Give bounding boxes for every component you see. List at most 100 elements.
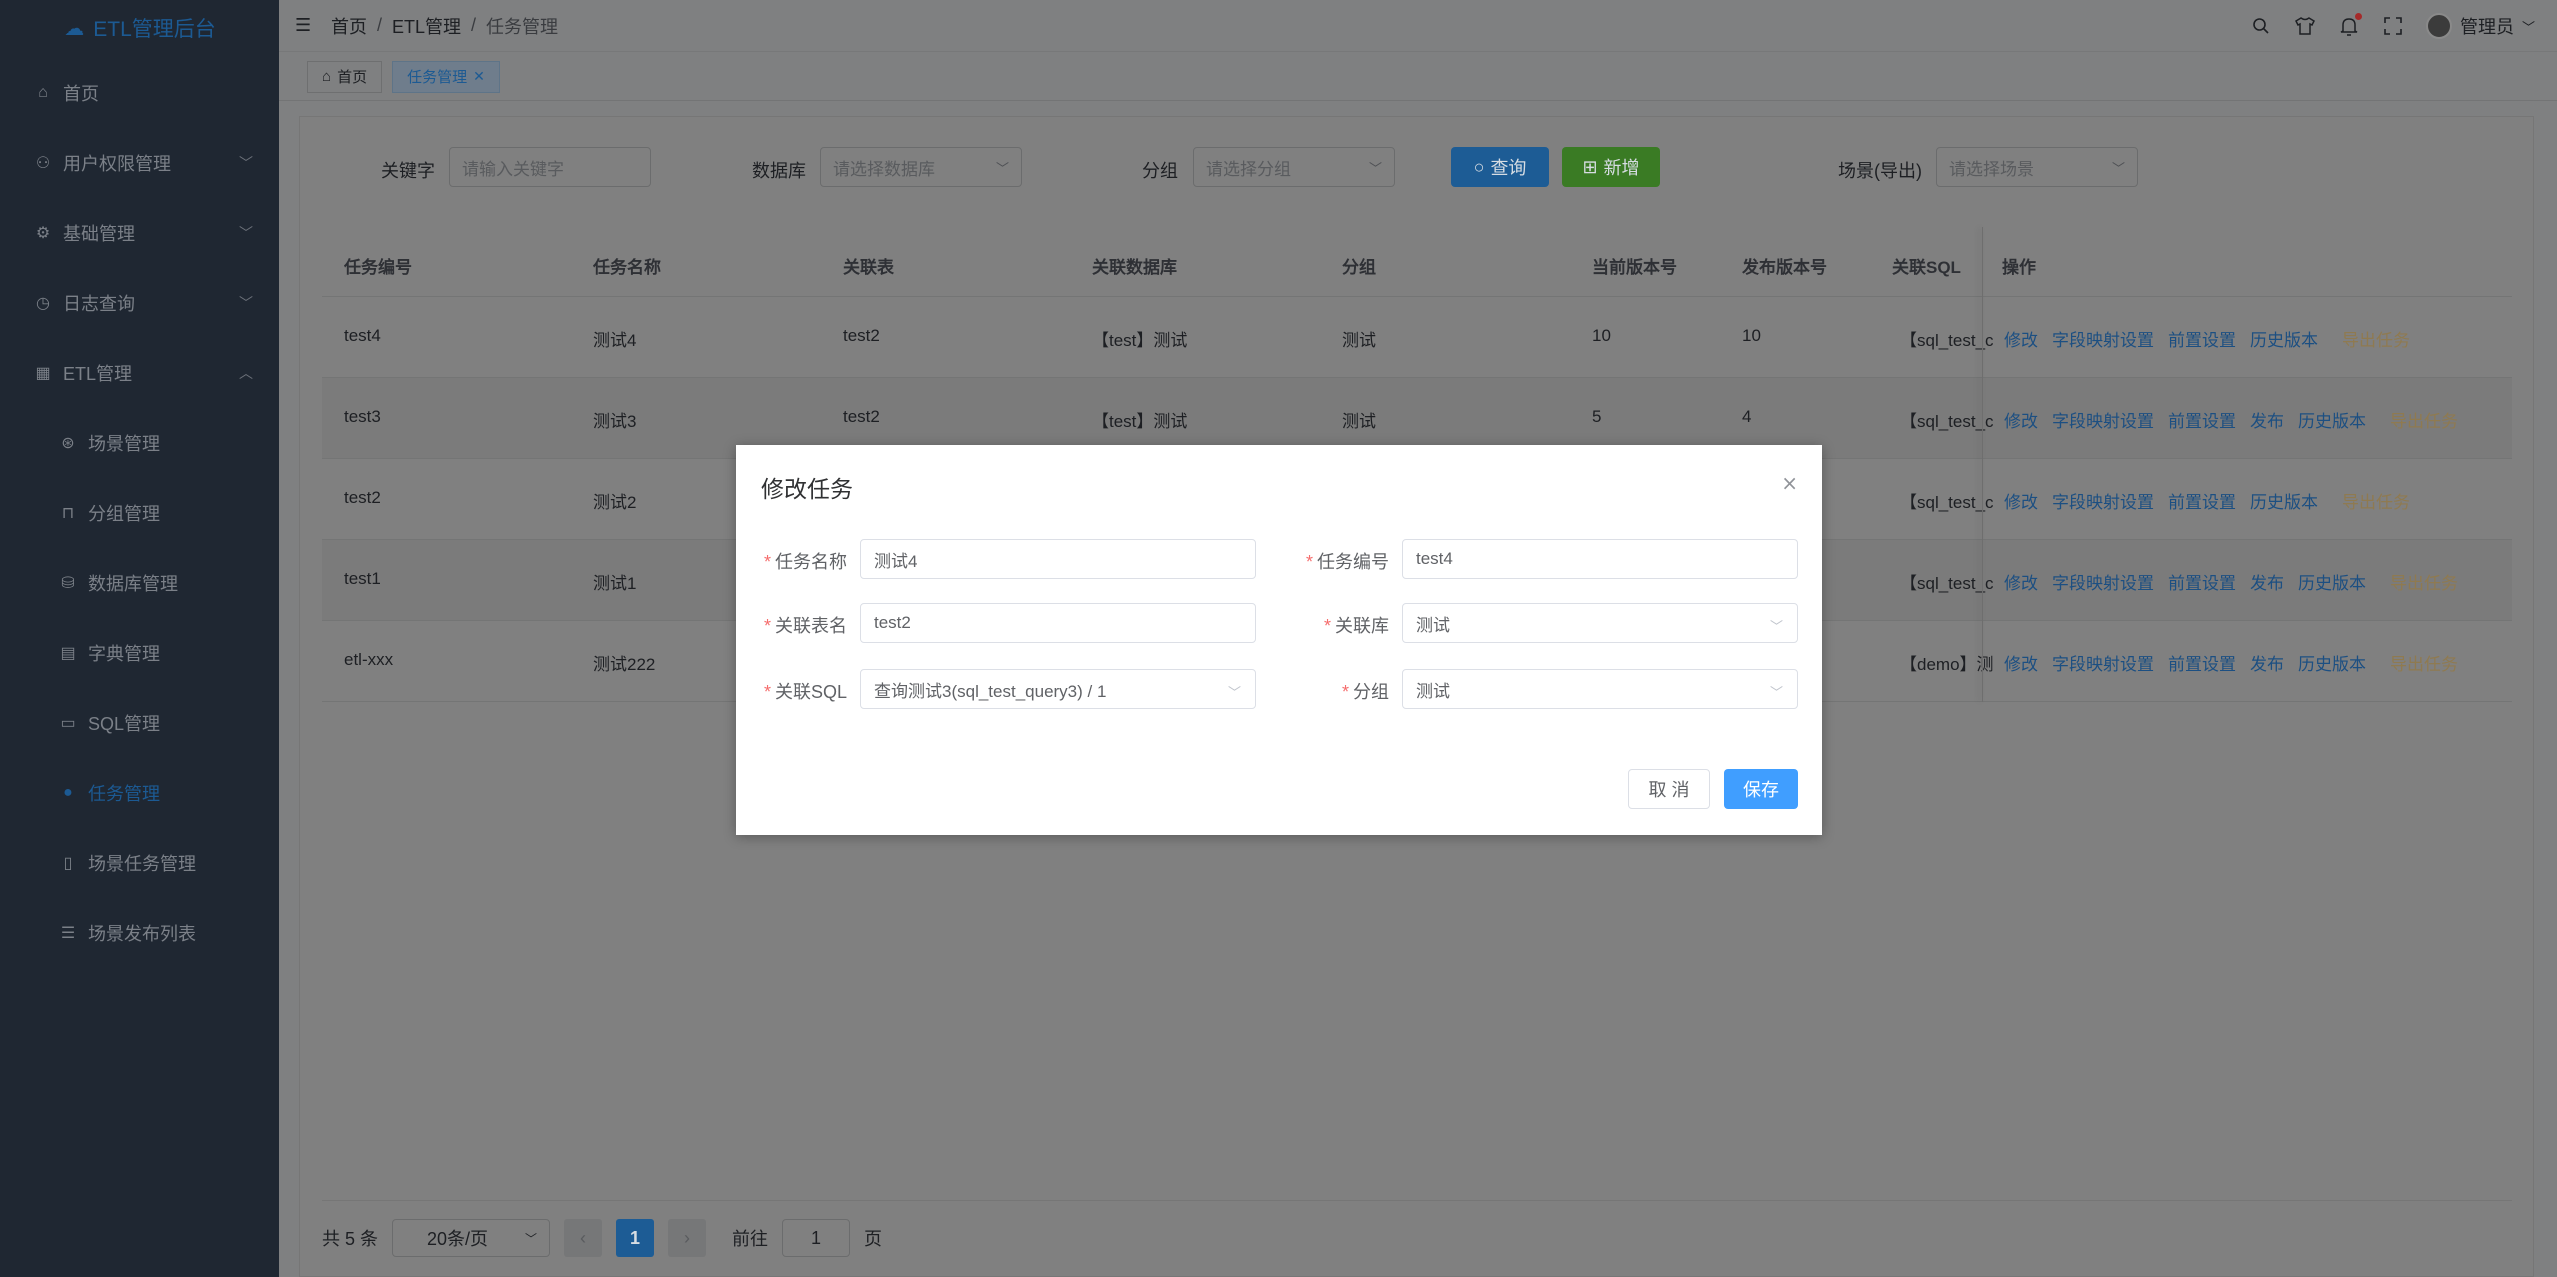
close-icon[interactable]: ✕ <box>473 68 485 85</box>
cell-db: 【test】测试 <box>1092 412 1188 431</box>
close-icon[interactable]: × <box>1781 471 1798 495</box>
user-menu[interactable]: 管理员 ﹀ <box>2425 13 2535 39</box>
export-task-link[interactable]: 导出任务 <box>2390 407 2458 432</box>
hamburger-icon[interactable]: ☰ <box>295 15 315 36</box>
sidebar-item-etl[interactable]: ▦ ETL管理 ︿ <box>0 338 279 408</box>
sql-label: * 关联SQL <box>764 678 847 704</box>
sidebar-item-group[interactable]: ⊓ 分组管理 <box>0 478 279 548</box>
save-button[interactable]: 保存 <box>1724 769 1798 809</box>
edit-task-dialog: 修改任务 × * 任务名称 测试4 * 任务编号 test4 * 关联表名 test2… <box>736 445 1822 835</box>
sidebar-item-scene[interactable]: ⊛ 场景管理 <box>0 408 279 478</box>
sidebar-item-tasks[interactable]: ● 任务管理 <box>0 758 279 828</box>
sidebar-item-database[interactable]: ⛁ 数据库管理 <box>0 548 279 618</box>
field-mapping-link[interactable]: 字段映射设置 <box>2052 650 2154 675</box>
edit-link[interactable]: 修改 <box>2004 407 2038 432</box>
breadcrumb-item[interactable]: ETL管理 <box>392 13 461 39</box>
breadcrumb-separator: / <box>377 15 383 35</box>
field-mapping-link[interactable]: 字段映射设置 <box>2052 407 2154 432</box>
table-header: 任务编号 任务名称 关联表 关联数据库 分组 当前版本号 发布版本号 关联SQL… <box>322 227 2512 297</box>
pre-settings-link[interactable]: 前置设置 <box>2168 326 2236 351</box>
group-select[interactable]: 测试 ﹀ <box>1402 669 1798 709</box>
cell-name: 测试3 <box>593 412 637 431</box>
search-icon: ○ <box>1473 156 1485 177</box>
group-select[interactable]: 请选择分组 ﹀ <box>1193 147 1395 187</box>
sidebar-item-scene-tasks[interactable]: ▯ 场景任务管理 <box>0 828 279 898</box>
scene-select[interactable]: 请选择场景 ﹀ <box>1936 147 2138 187</box>
shirt-icon[interactable] <box>2294 15 2316 37</box>
breadcrumb-item[interactable]: 首页 <box>331 13 367 39</box>
task-code-input[interactable]: test4 <box>1402 539 1798 579</box>
row-actions: 修改 字段映射设置 前置设置 历史版本 导出任务 <box>2004 488 2410 513</box>
tag-home[interactable]: ⌂ 首页 <box>307 60 383 93</box>
pre-settings-link[interactable]: 前置设置 <box>2168 650 2236 675</box>
group-placeholder: 请选择分组 <box>1206 159 1291 179</box>
history-link[interactable]: 历史版本 <box>2250 326 2318 351</box>
required-mark: * <box>1324 616 1332 636</box>
database-label: 数据库 <box>752 161 806 181</box>
pre-settings-link[interactable]: 前置设置 <box>2168 488 2236 513</box>
add-button-label: 新增 <box>1603 158 1640 178</box>
cancel-button[interactable]: 取 消 <box>1628 769 1710 809</box>
page-size-select[interactable]: 20条/页 ﹀ <box>392 1219 551 1257</box>
search-icon[interactable] <box>2250 15 2272 37</box>
database-select[interactable]: 测试 ﹀ <box>1402 603 1798 643</box>
database-label: * 关联库 <box>1324 612 1389 638</box>
box-icon: ▤ <box>60 645 76 662</box>
cloud-icon: ☁ <box>64 16 85 40</box>
cell-publish-version: 10 <box>1742 326 1761 345</box>
export-task-link[interactable]: 导出任务 <box>2390 569 2458 594</box>
add-button[interactable]: ⊞ 新增 <box>1562 147 1660 187</box>
lock-icon: ⊓ <box>61 505 75 522</box>
field-mapping-link[interactable]: 字段映射设置 <box>2052 326 2154 351</box>
field-mapping-link[interactable]: 字段映射设置 <box>2052 569 2154 594</box>
pin-icon: ● <box>63 784 73 801</box>
task-name-input[interactable]: 测试4 <box>860 539 1256 579</box>
task-name-label: * 任务名称 <box>764 548 847 574</box>
pre-settings-link[interactable]: 前置设置 <box>2168 407 2236 432</box>
tag-tasks[interactable]: 任务管理 ✕ <box>392 60 500 93</box>
page-number[interactable]: 1 <box>616 1219 655 1257</box>
edit-link[interactable]: 修改 <box>2004 650 2038 675</box>
edit-link[interactable]: 修改 <box>2004 569 2038 594</box>
plus-square-icon: ⊞ <box>1582 156 1598 177</box>
history-link[interactable]: 历史版本 <box>2298 569 2366 594</box>
brand[interactable]: ☁ ETL管理后台 <box>0 0 279 56</box>
sidebar-item-label: ETL管理 <box>63 364 133 384</box>
sidebar-item-user-permissions[interactable]: ⚇ 用户权限管理 ﹀ <box>0 128 279 198</box>
sidebar-item-logs[interactable]: ◷ 日志查询 ﹀ <box>0 268 279 338</box>
fullscreen-icon[interactable] <box>2382 15 2404 37</box>
pre-settings-link[interactable]: 前置设置 <box>2168 569 2236 594</box>
table-name-input[interactable]: test2 <box>860 603 1256 643</box>
publish-link[interactable]: 发布 <box>2250 569 2284 594</box>
keyword-input[interactable]: 请输入关键字 <box>449 147 651 187</box>
row-actions: 修改 字段映射设置 前置设置 发布 历史版本 导出任务 <box>2004 650 2458 675</box>
database-select[interactable]: 请选择数据库 ﹀ <box>820 147 1022 187</box>
required-mark: * <box>764 552 772 572</box>
column-header: 任务编号 <box>344 258 412 277</box>
export-task-link[interactable]: 导出任务 <box>2390 650 2458 675</box>
settings-icon: ⚙ <box>35 225 51 242</box>
cell-id: test3 <box>344 407 381 426</box>
sql-select[interactable]: 查询测试3(sql_test_query3) / 1 ﹀ <box>860 669 1256 709</box>
avatar <box>2425 13 2452 39</box>
goto-input[interactable]: 1 <box>782 1219 851 1257</box>
field-mapping-link[interactable]: 字段映射设置 <box>2052 488 2154 513</box>
sidebar-item-home[interactable]: ⌂ 首页 <box>0 58 279 128</box>
publish-link[interactable]: 发布 <box>2250 650 2284 675</box>
export-task-link[interactable]: 导出任务 <box>2342 326 2410 351</box>
query-button[interactable]: ○ 查询 <box>1451 147 1549 187</box>
export-task-link[interactable]: 导出任务 <box>2342 488 2410 513</box>
history-link[interactable]: 历史版本 <box>2298 650 2366 675</box>
prev-page-button[interactable]: ‹ <box>564 1219 603 1257</box>
sidebar-item-basic[interactable]: ⚙ 基础管理 ﹀ <box>0 198 279 268</box>
bell-icon[interactable] <box>2338 13 2362 37</box>
sidebar-item-dictionary[interactable]: ▤ 字典管理 <box>0 618 279 688</box>
edit-link[interactable]: 修改 <box>2004 326 2038 351</box>
sidebar-item-sql[interactable]: ▭ SQL管理 <box>0 688 279 758</box>
history-link[interactable]: 历史版本 <box>2250 488 2318 513</box>
sidebar-item-scene-publish[interactable]: ☰ 场景发布列表 <box>0 898 279 968</box>
next-page-button[interactable]: › <box>668 1219 707 1257</box>
history-link[interactable]: 历史版本 <box>2298 407 2366 432</box>
publish-link[interactable]: 发布 <box>2250 407 2284 432</box>
edit-link[interactable]: 修改 <box>2004 488 2038 513</box>
